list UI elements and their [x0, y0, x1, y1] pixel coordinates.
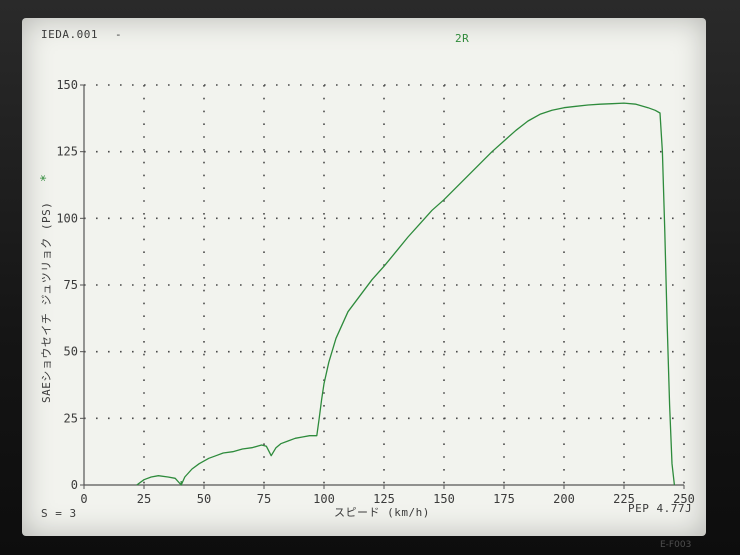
- y-tick-label: 125: [56, 145, 78, 159]
- status-right: PEP 4.77J: [628, 502, 693, 515]
- camera-watermark: E-F003: [660, 540, 692, 550]
- file-dash: -: [115, 28, 123, 41]
- power-curve: [136, 102, 676, 486]
- star-marker: *: [39, 173, 54, 183]
- x-tick-label: 25: [137, 492, 151, 506]
- x-tick-label: 75: [257, 492, 271, 506]
- dyno-chart: 0 25 50 75 100 125 150 175 200 225 250025507510012…: [56, 78, 695, 506]
- run-code: 2R: [455, 32, 470, 45]
- y-tick-label: 25: [64, 411, 78, 425]
- x-tick-label: 200: [553, 492, 575, 506]
- x-tick-label: 150: [433, 492, 455, 506]
- x-tick-label: 175: [493, 492, 515, 506]
- y-tick-label: 75: [64, 278, 78, 292]
- y-tick-label: 100: [56, 211, 78, 225]
- dyno-screen: 0 25 50 75 100 125 150 175 200 225 250 0 25 50 75 100 12…: [22, 18, 706, 536]
- y-axis-title: SAEショウセイチ ジュツリョク (PS): [40, 201, 53, 403]
- x-tick-label: 0: [80, 492, 87, 506]
- y-tick-label: 50: [64, 345, 78, 359]
- tick-labels: 0 25 50 75 100 125 150 175 200 225 250025507510012…: [56, 78, 695, 506]
- series-line-1: [136, 102, 676, 486]
- x-tick-label: 100: [313, 492, 335, 506]
- x-axis-title: スピード (km/h): [334, 506, 430, 519]
- file-name: IEDA.001: [41, 28, 98, 41]
- x-tick-label: 50: [197, 492, 211, 506]
- y-axis-title-wrap: SAEショウセイチ ジュツリョク (PS) *: [35, 174, 54, 403]
- y-tick-label: 0: [71, 478, 78, 492]
- axes: [80, 84, 685, 489]
- y-tick-label: 150: [56, 78, 78, 92]
- grid: [84, 84, 685, 485]
- status-left: S = 3: [41, 507, 77, 520]
